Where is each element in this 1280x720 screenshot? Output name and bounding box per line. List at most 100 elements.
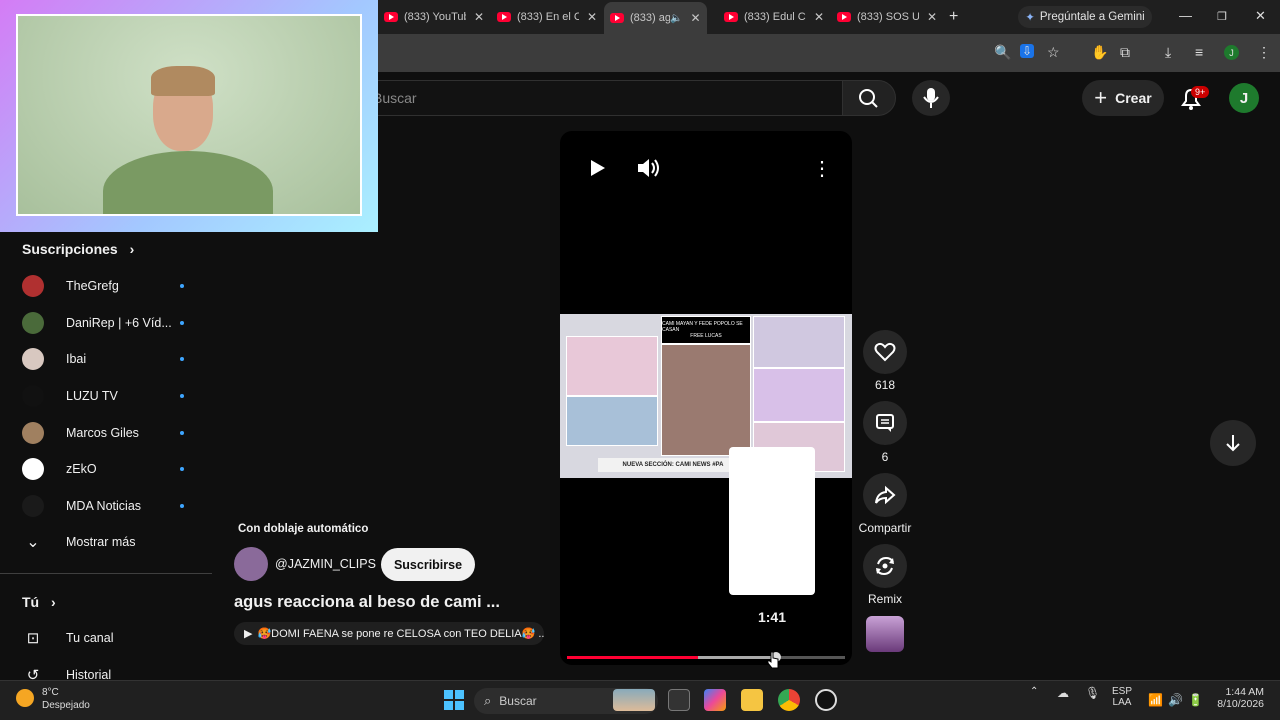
gemini-button[interactable]: ✦ Pregúntale a Gemini (1018, 6, 1152, 28)
progress-buffer (697, 656, 776, 659)
frame-panel (566, 396, 658, 446)
more-options-icon[interactable]: ⋮ (812, 156, 832, 181)
search-highlight-image (613, 689, 655, 711)
share-icon (875, 485, 896, 505)
windows-start-icon[interactable] (444, 690, 464, 710)
install-app-icon[interactable]: ⇩ (1020, 44, 1035, 58)
audio-source-pill[interactable]: ▶ 🥵DOMI FAENA se pone re CELOSA con TEO … (234, 622, 544, 645)
share-button[interactable] (863, 473, 907, 517)
search-placeholder: Buscar (373, 90, 417, 106)
account-avatar[interactable]: J (1229, 83, 1259, 113)
remix-button[interactable] (863, 544, 907, 588)
like-button[interactable] (863, 330, 907, 374)
tab-title: (833) Edul C (744, 11, 806, 23)
close-icon[interactable]: ✕ (474, 10, 484, 24)
chrome-icon[interactable] (778, 689, 800, 711)
battery-icon[interactable]: 🔋 (1188, 693, 1203, 707)
subscription-item[interactable]: TheGrefg (22, 274, 202, 298)
tab-title: (833) YouTube (404, 11, 466, 23)
channel-icon: ⊡ (26, 630, 40, 647)
browser-tab[interactable]: (833) Edul C ✕ (724, 6, 824, 28)
short-title[interactable]: agus reacciona al beso de cami ... (234, 593, 500, 612)
minimize-icon[interactable]: — (1179, 8, 1192, 23)
window-close-icon[interactable]: ✕ (1255, 8, 1266, 24)
play-small-icon: ▶ (244, 628, 253, 640)
new-content-dot (180, 394, 184, 398)
tab-title: (833) ag (630, 12, 670, 24)
frame-caption: NUEVA SECCIÓN: CAMI NEWS #PA (598, 458, 748, 472)
subscription-item[interactable]: DaniRep | +6 Víd... (22, 311, 202, 335)
language-indicator[interactable]: ESP LAA (1108, 686, 1136, 708)
extension-hand-icon[interactable]: ✋ (1091, 44, 1108, 61)
bookmark-star-icon[interactable]: ☆ (1047, 44, 1060, 61)
subscription-item[interactable]: LUZU TV (22, 384, 202, 408)
seek-preview (729, 447, 815, 595)
you-heading[interactable]: Tú › (22, 594, 56, 610)
sound-thumbnail[interactable] (866, 616, 904, 652)
subscription-item[interactable]: Marcos Giles (22, 421, 202, 445)
download-icon[interactable]: ⤓ (1165, 44, 1171, 61)
frame-panel (753, 368, 845, 422)
tray-app-icon[interactable]: ☁ (1057, 686, 1069, 700)
auto-dub-label: Con doblaje automático (238, 523, 369, 535)
wifi-icon[interactable]: 📶 (1148, 693, 1163, 707)
search-button[interactable] (842, 80, 896, 116)
reading-list-icon[interactable]: ≡ (1195, 44, 1203, 60)
channel-avatar (22, 458, 44, 480)
profile-avatar[interactable]: J (1224, 45, 1239, 60)
system-clock[interactable]: 1:44 AM 8/10/2026 (1214, 686, 1264, 710)
comments-button[interactable] (863, 401, 907, 445)
subscription-name: TheGrefg (66, 279, 119, 293)
webcam-overlay (0, 0, 378, 232)
tray-chevron-icon[interactable]: ⌃ (1030, 686, 1038, 697)
speaker-icon[interactable]: 🔈 (670, 13, 682, 24)
extensions-icon[interactable]: ⧉ (1120, 44, 1130, 61)
chevron-right-icon: › (51, 594, 56, 610)
close-icon[interactable]: ✕ (814, 10, 824, 24)
channel-name[interactable]: @JAZMIN_CLIPS (275, 557, 376, 571)
zoom-icon[interactable]: 🔍 (994, 44, 1011, 61)
share-label: Compartir (858, 521, 912, 535)
file-explorer-icon[interactable] (741, 689, 763, 711)
remix-icon (876, 556, 894, 576)
task-view-icon[interactable] (668, 689, 690, 711)
play-icon[interactable] (588, 158, 608, 178)
volume-tray-icon[interactable]: 🔊 (1168, 693, 1183, 707)
close-icon[interactable]: ✕ (927, 10, 937, 24)
show-more-button[interactable]: ⌄ Mostrar más (22, 530, 202, 554)
person-hair (151, 66, 215, 96)
new-tab-button[interactable]: + (949, 6, 958, 28)
obs-icon[interactable] (815, 689, 837, 711)
subscriptions-heading[interactable]: Suscripciones › (22, 241, 134, 257)
subscription-item[interactable]: zEkO (22, 457, 202, 481)
next-short-button[interactable] (1210, 420, 1256, 466)
subscription-item[interactable]: MDA Noticias (22, 494, 202, 518)
subscription-item[interactable]: Ibai (22, 347, 202, 371)
restore-icon[interactable]: ❐ (1217, 10, 1227, 23)
weather-temp: 8°C (42, 687, 59, 698)
sidebar-item-your-channel[interactable]: ⊡ Tu canal (22, 626, 202, 650)
browser-tab[interactable]: (833) YouTube ✕ (384, 6, 484, 28)
browser-tab[interactable]: (833) En el C ✕ (497, 6, 597, 28)
audio-source-title: 🥵DOMI FAENA se pone re CELOSA con TEO DE… (257, 628, 544, 640)
channel-avatar (22, 312, 44, 334)
close-icon[interactable]: ✕ (690, 11, 700, 25)
volume-icon[interactable] (636, 157, 662, 179)
search-input[interactable]: Buscar (360, 80, 842, 116)
notification-badge: 9+ (1191, 86, 1210, 98)
browser-tab[interactable]: (833) SOS U ✕ (837, 6, 937, 28)
progress-fill (567, 656, 698, 659)
subscribe-button[interactable]: Suscribirse (381, 548, 475, 581)
create-button[interactable]: + Crear (1082, 80, 1164, 116)
new-content-dot (180, 504, 184, 508)
voice-search-button[interactable] (912, 80, 950, 116)
close-icon[interactable]: ✕ (587, 10, 597, 24)
menu-dots-icon[interactable]: ⋮ (1257, 44, 1271, 61)
tray-mic-icon[interactable]: 🎙 (1085, 686, 1100, 700)
channel-avatar (22, 495, 44, 517)
channel-avatar[interactable] (234, 547, 268, 581)
gemini-label: Pregúntale a Gemini (1039, 11, 1145, 23)
browser-tab-active[interactable]: (833) ag 🔈 ✕ (604, 2, 707, 34)
copilot-icon[interactable] (704, 689, 726, 711)
comment-count: 6 (881, 450, 889, 464)
